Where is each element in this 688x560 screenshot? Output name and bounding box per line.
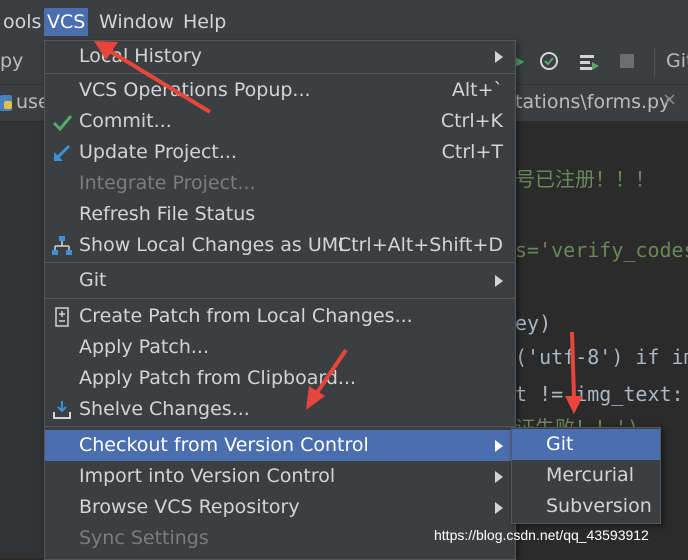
watermark-url: https://blog.csdn.net/qq_43593912 <box>434 527 649 543</box>
annotation-arrows <box>94 41 583 414</box>
annotation-arrow-to-checkout <box>306 348 348 410</box>
annotation-arrow-to-git-submenu <box>565 331 583 414</box>
annotation-arrow-to-vcs-menu <box>94 41 212 114</box>
